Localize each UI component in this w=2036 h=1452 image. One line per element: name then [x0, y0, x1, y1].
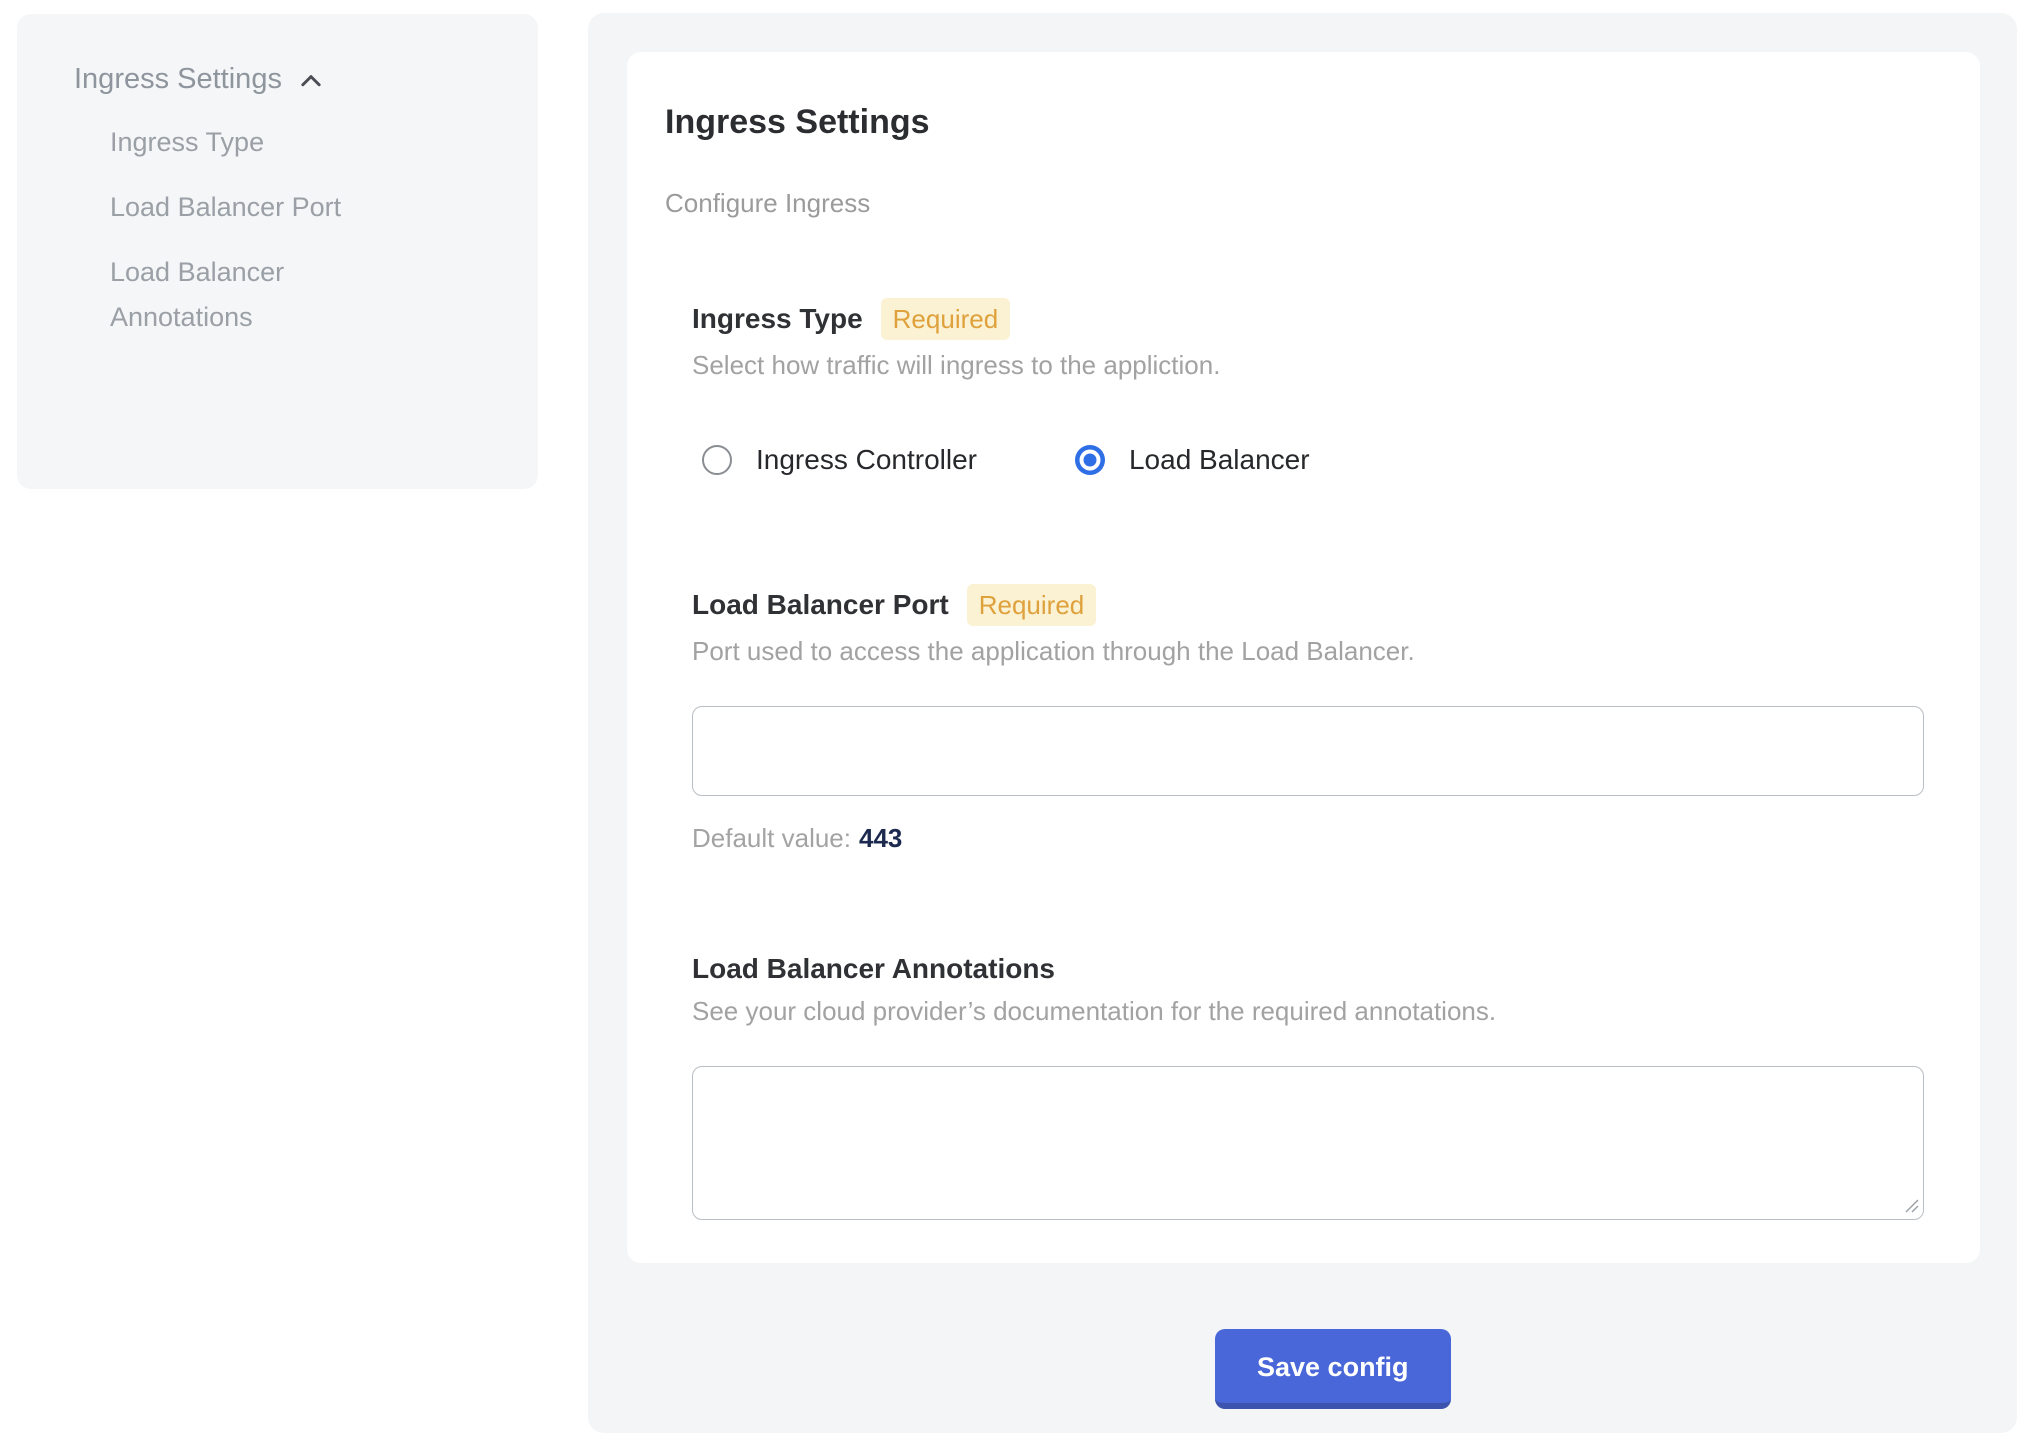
- radio-label-ingress-controller: Ingress Controller: [756, 444, 977, 476]
- load-balancer-annotations-textarea[interactable]: [692, 1066, 1924, 1220]
- settings-panel: Ingress Settings Configure Ingress Ingre…: [588, 13, 2017, 1433]
- default-value: 443: [859, 823, 902, 853]
- sidebar-list: Ingress Type Load Balancer Port Load Bal…: [74, 120, 518, 340]
- sidebar-item-ingress-type[interactable]: Ingress Type: [74, 120, 414, 165]
- load-balancer-port-description: Port used to access the application thro…: [692, 636, 1924, 666]
- default-value-label: Default value:: [692, 823, 851, 853]
- load-balancer-annotations-label: Load Balancer Annotations: [692, 952, 1055, 986]
- default-value-row: Default value: 443: [692, 822, 1924, 854]
- radio-unselected-icon[interactable]: [702, 445, 732, 475]
- ingress-settings-card: Ingress Settings Configure Ingress Ingre…: [627, 52, 1980, 1263]
- load-balancer-annotations-description: See your cloud provider’s documentation …: [692, 996, 1924, 1026]
- load-balancer-port-input[interactable]: [692, 706, 1924, 796]
- sidebar-group-label: Ingress Settings: [74, 56, 282, 102]
- section-load-balancer-port: Load Balancer Port Required Port used to…: [692, 584, 1924, 854]
- settings-sidebar: Ingress Settings Ingress Type Load Balan…: [17, 14, 538, 489]
- form-sections: Ingress Type Required Select how traffic…: [692, 298, 1924, 1220]
- required-badge: Required: [967, 584, 1097, 626]
- section-load-balancer-annotations: Load Balancer Annotations See your cloud…: [692, 952, 1924, 1220]
- sidebar-item-load-balancer-annotations[interactable]: Load Balancer Annotations: [74, 250, 414, 340]
- radio-label-load-balancer: Load Balancer: [1129, 444, 1310, 476]
- sidebar-item-load-balancer-port[interactable]: Load Balancer Port: [74, 185, 414, 230]
- chevron-up-icon: [296, 66, 326, 96]
- page-title: Ingress Settings: [665, 102, 1924, 142]
- ingress-type-radio-group: Ingress Controller Load Balancer: [692, 444, 1924, 476]
- sidebar-group-ingress-settings[interactable]: Ingress Settings: [74, 56, 518, 102]
- required-badge: Required: [881, 298, 1011, 340]
- save-config-button[interactable]: Save config: [1215, 1329, 1451, 1409]
- page-subtitle: Configure Ingress: [665, 188, 1924, 218]
- ingress-type-description: Select how traffic will ingress to the a…: [692, 350, 1924, 380]
- radio-option-ingress-controller[interactable]: Ingress Controller: [702, 444, 977, 476]
- radio-selected-icon[interactable]: [1075, 445, 1105, 475]
- load-balancer-port-label: Load Balancer Port: [692, 588, 949, 622]
- section-ingress-type: Ingress Type Required Select how traffic…: [692, 298, 1924, 476]
- ingress-type-label: Ingress Type: [692, 302, 863, 336]
- radio-option-load-balancer[interactable]: Load Balancer: [1075, 444, 1310, 476]
